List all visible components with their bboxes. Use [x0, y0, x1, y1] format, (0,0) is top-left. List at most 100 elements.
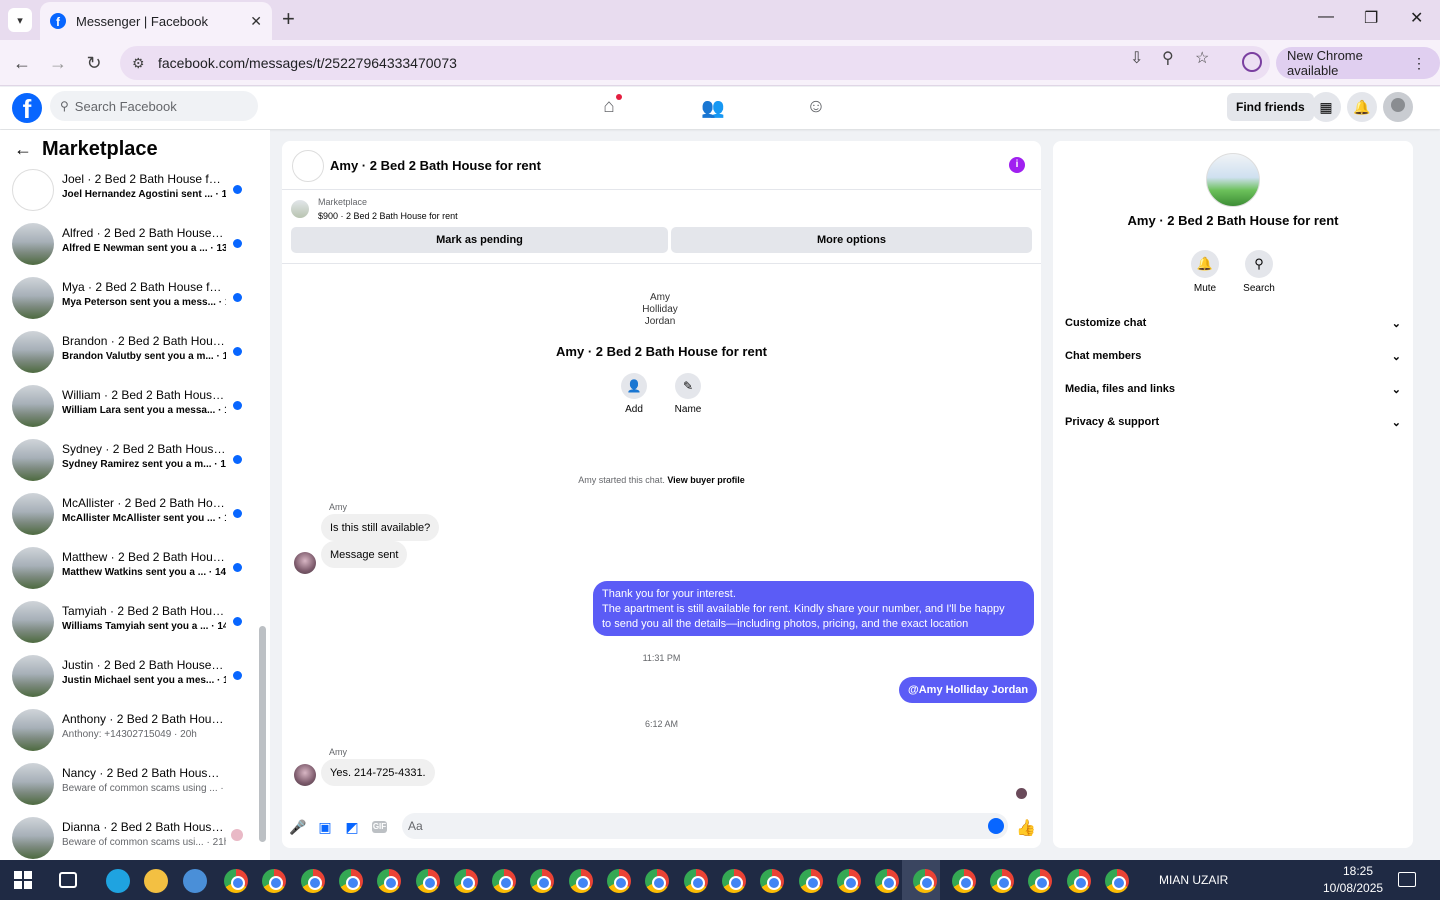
conversation-item[interactable]: Nancy · 2 Bed 2 Bath House for... Beware … — [0, 758, 252, 812]
chrome-taskbar-icon[interactable] — [530, 869, 555, 893]
task-view-icon[interactable] — [59, 872, 77, 888]
conversation-item[interactable]: William · 2 Bed 2 Bath House ... William … — [0, 380, 252, 434]
chrome-taskbar-icon[interactable] — [990, 869, 1014, 893]
notifications-bell-icon[interactable]: 🔔 — [1347, 92, 1377, 122]
section-customize-chat[interactable]: Customize chat ⌄ — [1065, 313, 1401, 333]
chat-avatar[interactable] — [292, 150, 324, 182]
emoji-icon[interactable] — [988, 818, 1004, 834]
zoom-icon[interactable]: ⚲ — [1162, 48, 1174, 68]
chrome-taskbar-icon[interactable] — [760, 869, 785, 893]
home-icon[interactable]: ⌂ — [596, 94, 622, 120]
add-people-button[interactable]: 👤 Add — [609, 373, 659, 415]
back-icon[interactable]: ← — [11, 52, 33, 74]
conversation-item[interactable]: Brandon · 2 Bed 2 Bath House... Brandon V… — [0, 326, 252, 380]
conversation-item[interactable]: McAllister · 2 Bed 2 Bath Hou... McAllist… — [0, 488, 252, 542]
chrome-taskbar-icon[interactable] — [836, 869, 861, 893]
info-icon[interactable]: i — [1009, 157, 1025, 173]
address-bar[interactable]: ⚙ facebook.com/messages/t/25227964333470… — [120, 46, 1270, 80]
section-media-files-links[interactable]: Media, files and links ⌄ — [1065, 379, 1401, 399]
conversation-item[interactable]: Mya · 2 Bed 2 Bath House for ... Mya Pete… — [0, 272, 252, 326]
chrome-taskbar-icon[interactable] — [568, 869, 593, 893]
facebook-search-input[interactable]: ⚲ Search Facebook — [50, 91, 258, 121]
groups-icon[interactable]: ☺ — [803, 96, 829, 120]
outgoing-message[interactable]: Thank you for your interest. The apartme… — [593, 581, 1034, 636]
gif-icon[interactable]: GIF — [372, 821, 387, 833]
bookmark-star-icon[interactable]: ☆ — [1195, 48, 1209, 68]
new-tab-button[interactable]: + — [282, 8, 295, 30]
close-tab-icon[interactable]: ✕ — [250, 13, 262, 30]
chrome-taskbar-icon[interactable] — [338, 869, 363, 893]
conversation-avatar[interactable] — [1206, 153, 1260, 207]
chrome-taskbar-icon[interactable] — [224, 869, 248, 893]
like-thumbs-up-icon[interactable]: 👍 — [1016, 818, 1036, 838]
conversation-item[interactable]: Joel · 2 Bed 2 Bath House for ... Joel He… — [0, 164, 252, 218]
chrome-taskbar-icon[interactable] — [453, 869, 478, 893]
incoming-message[interactable]: Message sent — [321, 541, 408, 568]
reload-icon[interactable]: ↻ — [83, 52, 105, 74]
close-window-icon[interactable]: ✕ — [1410, 8, 1423, 28]
sidebar-scroll-thumb[interactable] — [259, 626, 266, 842]
listing-thumbnail[interactable] — [291, 200, 309, 218]
search-conversation-button[interactable]: ⚲ Search — [1234, 250, 1284, 294]
chrome-taskbar-icon[interactable] — [645, 869, 670, 893]
chrome-taskbar-icon[interactable] — [1066, 869, 1091, 893]
chrome-taskbar-icon[interactable] — [607, 869, 631, 893]
conversation-item[interactable]: Anthony · 2 Bed 2 Bath House f... Anthony… — [0, 704, 252, 758]
windows-start-icon[interactable] — [14, 871, 32, 889]
microphone-icon[interactable]: 🎤 — [289, 818, 307, 836]
sticker-icon[interactable]: ◩ — [343, 818, 361, 836]
menu-grid-icon[interactable]: ▦ — [1311, 92, 1341, 122]
chrome-profile-icon[interactable] — [1242, 52, 1262, 72]
chrome-update-button[interactable]: New Chrome available ⋮ — [1276, 47, 1440, 79]
chrome-taskbar-icon[interactable] — [1104, 869, 1129, 893]
facebook-logo-icon[interactable]: f — [12, 93, 42, 123]
install-app-icon[interactable]: ⇩ — [1130, 48, 1143, 68]
site-info-icon[interactable]: ⚙ — [132, 55, 152, 72]
back-arrow-icon[interactable]: ← — [14, 139, 32, 160]
edit-name-button[interactable]: ✎ Name — [663, 373, 713, 415]
incoming-message[interactable]: Is this still available? — [321, 514, 440, 541]
browser-tab[interactable]: f Messenger | Facebook ✕ — [40, 2, 272, 40]
sender-avatar[interactable] — [294, 552, 316, 574]
section-chat-members[interactable]: Chat members ⌄ — [1065, 346, 1401, 366]
chrome-taskbar-icon[interactable] — [1028, 869, 1053, 893]
friends-icon[interactable]: 👥 — [700, 96, 726, 120]
app-icon[interactable] — [183, 869, 207, 893]
tab-search-dropdown-icon[interactable]: ▾ — [8, 8, 32, 32]
section-privacy-support[interactable]: Privacy & support ⌄ — [1065, 412, 1401, 432]
chrome-taskbar-icon[interactable] — [377, 869, 402, 893]
view-buyer-profile-link[interactable]: View buyer profile — [667, 475, 744, 485]
mute-button[interactable]: 🔔 Mute — [1180, 250, 1230, 294]
maximize-icon[interactable]: ❐ — [1364, 8, 1378, 28]
chrome-taskbar-icon[interactable] — [875, 869, 900, 893]
conversation-item[interactable]: Dianna · 2 Bed 2 Bath House ... Beware of… — [0, 812, 252, 860]
conversation-item[interactable]: Justin · 2 Bed 2 Bath House fo... Justin … — [0, 650, 252, 704]
incoming-message[interactable]: Yes. 214-725-4331. — [321, 759, 435, 786]
mark-as-pending-button[interactable]: Mark as pending — [291, 227, 668, 253]
clock-time[interactable]: 18:25 — [1343, 864, 1373, 878]
conversation-item[interactable]: Matthew · 2 Bed 2 Bath Hous... Matthew Wa… — [0, 542, 252, 596]
find-friends-button[interactable]: Find friends — [1227, 93, 1314, 121]
sender-avatar[interactable] — [294, 764, 316, 786]
account-avatar[interactable] — [1383, 92, 1413, 122]
chrome-taskbar-icon[interactable] — [683, 869, 708, 893]
chrome-taskbar-icon[interactable] — [415, 869, 440, 893]
chrome-menu-icon[interactable]: ⋮ — [1412, 55, 1426, 72]
conversation-item[interactable]: Tamyiah · 2 Bed 2 Bath House... Williams … — [0, 596, 252, 650]
message-input[interactable]: Aa — [402, 813, 1008, 839]
chat-title[interactable]: Amy · 2 Bed 2 Bath House for rent — [330, 158, 541, 173]
file-explorer-icon[interactable] — [144, 869, 168, 893]
chrome-taskbar-icon[interactable] — [300, 869, 325, 893]
chrome-taskbar-icon[interactable] — [721, 869, 746, 893]
more-options-button[interactable]: More options — [671, 227, 1032, 253]
listing-price[interactable]: $900 · 2 Bed 2 Bath House for rent — [318, 211, 458, 221]
conversation-item[interactable]: Alfred · 2 Bed 2 Bath House f... Alfred E… — [0, 218, 252, 272]
edge-icon[interactable] — [106, 869, 130, 893]
conversation-item[interactable]: Sydney · 2 Bed 2 Bath House f... Sydney R… — [0, 434, 252, 488]
chrome-taskbar-icon[interactable] — [492, 869, 517, 893]
chrome-taskbar-icon[interactable] — [798, 869, 823, 893]
forward-icon[interactable]: → — [47, 52, 69, 74]
minimize-icon[interactable]: — — [1318, 8, 1334, 26]
chrome-taskbar-icon[interactable] — [951, 869, 976, 893]
chrome-taskbar-icon[interactable] — [262, 869, 287, 893]
